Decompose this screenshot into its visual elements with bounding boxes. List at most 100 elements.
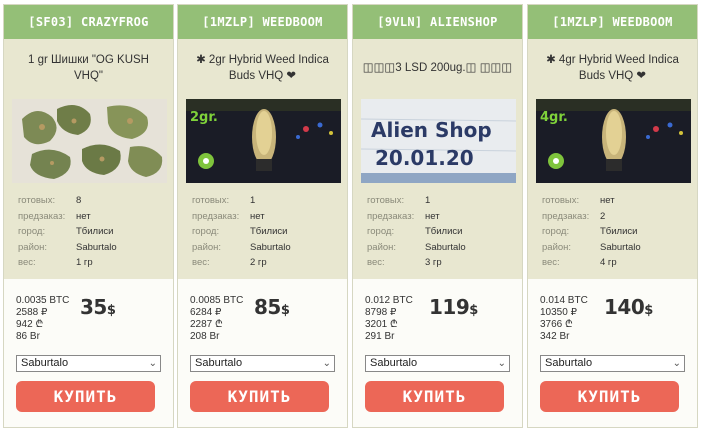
district-select[interactable]: Saburtalo ⌄ (365, 355, 510, 372)
product-photo[interactable]: 4gr. (536, 99, 691, 183)
price-btc: 0.012 BTC (365, 295, 413, 306)
product-photo[interactable] (12, 99, 167, 183)
product-specs: готовых: 1 предзаказ: нет город: Тбилиси ра… (367, 193, 466, 271)
product-title[interactable]: ✱ 4gr Hybrid Weed Indica Buds VHQ ❤ (528, 39, 697, 97)
product-card: [1MZLP] WEEDBOOM ✱ 2gr Hybrid Weed Indic… (177, 4, 348, 428)
price-usd-number: 119 (429, 295, 470, 319)
buy-button[interactable]: КУПИТЬ (365, 381, 504, 412)
price-usd-number: 35 (80, 295, 107, 319)
price-usd-currency: $ (644, 303, 653, 318)
product-specs: готовых: 8 предзаказ: нет город: Тбилиси ра… (18, 193, 117, 271)
price-usd-number: 85 (254, 295, 281, 319)
shop-name[interactable]: [1MZLP] WEEDBOOM (178, 5, 347, 39)
product-grid: [SF03] CRAZYFROG 1 gr Шишки "OG KUSH VHQ… (0, 0, 704, 432)
card-bottom: 0.0035 BTC 2588 ₽ 942 ₾ 86 Br 35$ Saburt… (4, 279, 173, 427)
card-bottom: 0.0085 BTC 6284 ₽ 2287 ₾ 208 Br 85$ Sabu… (178, 279, 347, 427)
buy-button[interactable]: КУПИТЬ (190, 381, 329, 412)
city-label: город: (192, 226, 220, 237)
city-value: Тбилиси (250, 226, 288, 237)
price-usd: 119$ (429, 295, 478, 319)
price-usd: 35$ (80, 295, 116, 319)
preorder-label: предзаказ: (367, 210, 415, 222)
stock-value: 1 (425, 195, 431, 206)
buy-button[interactable]: КУПИТЬ (540, 381, 679, 412)
price-byn: 208 Br (190, 331, 220, 342)
stock-value: 1 (250, 195, 256, 206)
chevron-down-icon: ⌄ (672, 358, 681, 369)
district-label: район: (192, 241, 222, 253)
preorder-label: предзаказ: (18, 210, 66, 222)
product-title[interactable]: ◫◫◫3 LSD 200ug.◫ ◫◫◫ (353, 39, 522, 97)
price-usd-currency: $ (106, 303, 116, 318)
product-photo[interactable]: 2gr. (186, 99, 341, 183)
district-select[interactable]: Saburtalo ⌄ (540, 355, 685, 372)
product-card: [9VLN] ALIENSHOP ◫◫◫3 LSD 200ug.◫ ◫◫◫ Al… (352, 4, 523, 428)
price-usd: 85$ (254, 295, 290, 319)
photo-caption: 4gr. (540, 110, 568, 125)
weight-value: 4 гр (600, 257, 617, 268)
shop-name[interactable]: [9VLN] ALIENSHOP (353, 5, 522, 39)
district-value: Saburtalo (250, 241, 291, 253)
district-label: район: (542, 241, 572, 253)
price-gel: 3201 ₾ (365, 319, 398, 330)
price-usd: 140$ (604, 295, 653, 319)
buy-button[interactable]: КУПИТЬ (16, 381, 155, 412)
shop-name[interactable]: [1MZLP] WEEDBOOM (528, 5, 697, 39)
district-value: Saburtalo (600, 241, 641, 253)
price-usd-currency: $ (469, 303, 478, 318)
preorder-value: нет (250, 210, 265, 222)
shop-name[interactable]: [SF03] CRAZYFROG (4, 5, 173, 39)
city-label: город: (18, 226, 46, 237)
card-bottom: 0.012 BTC 8798 ₽ 3201 ₾ 291 Br 119$ Sabu… (353, 279, 522, 427)
price-usd-currency: $ (280, 303, 290, 318)
card-top: ✱ 4gr Hybrid Weed Indica Buds VHQ ❤ 4gr. (528, 39, 697, 279)
preorder-label: предзаказ: (542, 210, 590, 222)
weight-label: вес: (367, 257, 385, 268)
preorder-label: предзаказ: (192, 210, 240, 222)
price-usd-number: 140 (604, 295, 645, 319)
price-gel: 2287 ₾ (190, 319, 223, 330)
city-label: город: (367, 226, 395, 237)
district-value: Saburtalo (425, 241, 466, 253)
weight-value: 3 гр (425, 257, 442, 268)
district-select[interactable]: Saburtalo ⌄ (16, 355, 161, 372)
price-rub: 2588 ₽ (16, 307, 48, 318)
weight-label: вес: (18, 257, 36, 268)
price-byn: 86 Br (16, 331, 40, 342)
district-label: район: (18, 241, 48, 253)
photo-caption: Alien Shop (371, 118, 492, 142)
weight-value: 2 гр (250, 257, 267, 268)
product-title[interactable]: ✱ 2gr Hybrid Weed Indica Buds VHQ ❤ (178, 39, 347, 97)
card-top: 1 gr Шишки "OG KUSH VHQ" готовых: 8 пред… (4, 39, 173, 279)
preorder-value: 2 (600, 210, 606, 222)
price-gel: 3766 ₾ (540, 319, 573, 330)
weight-label: вес: (542, 257, 560, 268)
stock-value: 8 (76, 195, 82, 206)
stock-value: нет (600, 195, 615, 206)
chevron-down-icon: ⌄ (148, 358, 157, 369)
product-specs: готовых: 1 предзаказ: нет город: Тбилиси ра… (192, 193, 291, 271)
product-card: [1MZLP] WEEDBOOM ✱ 4gr Hybrid Weed Indic… (527, 4, 698, 428)
product-photo[interactable]: Alien Shop 20.01.20 (361, 99, 516, 183)
card-top: ✱ 2gr Hybrid Weed Indica Buds VHQ ❤ 2gr. (178, 39, 347, 279)
city-value: Тбилиси (600, 226, 638, 237)
district-select[interactable]: Saburtalo ⌄ (190, 355, 335, 372)
district-select-value: Saburtalo (370, 357, 418, 369)
product-specs: готовых: нет предзаказ: 2 город: Тбилиси ра… (542, 193, 641, 271)
chevron-down-icon: ⌄ (322, 358, 331, 369)
price-rub: 10350 ₽ (540, 307, 577, 318)
price-byn: 291 Br (365, 331, 395, 342)
price-list: 0.0035 BTC 2588 ₽ 942 ₾ 86 Br (16, 295, 69, 343)
price-btc: 0.0035 BTC (16, 295, 70, 306)
chevron-down-icon: ⌄ (497, 358, 506, 369)
photo-caption: 2gr. (190, 110, 218, 125)
stock-label: готовых: (18, 195, 56, 206)
photo-caption-date: 20.01.20 (375, 146, 474, 170)
city-value: Тбилиси (425, 226, 463, 237)
city-value: Тбилиси (76, 226, 114, 237)
product-title[interactable]: 1 gr Шишки "OG KUSH VHQ" (4, 39, 173, 97)
stock-label: готовых: (192, 195, 230, 206)
stock-label: готовых: (542, 195, 580, 206)
price-gel: 942 ₾ (16, 319, 44, 330)
price-rub: 6284 ₽ (190, 307, 222, 318)
